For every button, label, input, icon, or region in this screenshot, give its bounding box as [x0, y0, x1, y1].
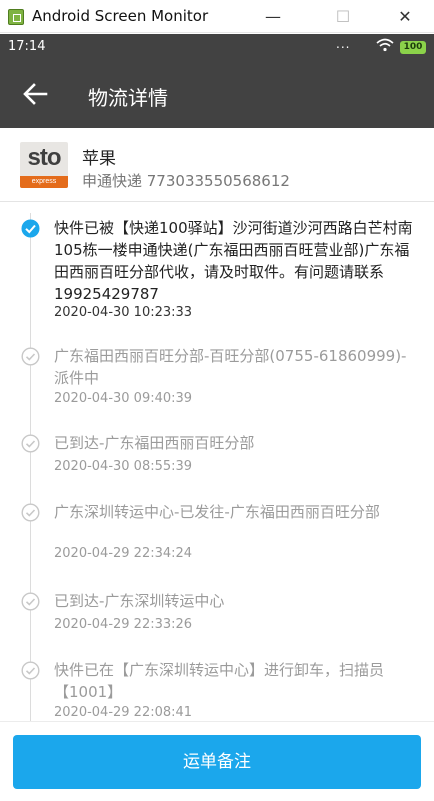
timeline-entry-text: 已到达-广东深圳转运中心: [54, 592, 225, 610]
page-title: 物流详情: [88, 86, 168, 110]
timeline-entry-time: 2020-04-29 22:33:26: [54, 617, 193, 632]
status-time: 17:14: [8, 39, 46, 54]
timeline-entry-time: 2020-04-30 09:40:39: [54, 391, 193, 406]
check-circle-icon: [21, 347, 40, 366]
check-circle-icon: [21, 503, 40, 522]
timeline-entry-text: 快件已在【广东深圳转运中心】进行卸车，扫描员【1001】: [54, 661, 385, 701]
timeline-entry-time: 2020-04-30 08:55:39: [54, 459, 193, 474]
timeline-entry-text: 快件已被【快递100驿站】沙河街道沙河西路白芒村南105栋一楼申通快递(广东福田…: [54, 219, 413, 303]
shipment-header: sto express 苹果 申通快递 773033550568612: [0, 128, 434, 202]
minimize-button[interactable]: —: [250, 0, 296, 33]
timeline-entry-time: 2020-04-29 22:08:41: [54, 705, 193, 720]
battery-icon: 100: [400, 41, 426, 54]
timeline-entry-time: 2020-04-29 22:34:24: [54, 546, 193, 561]
check-circle-icon: [21, 434, 40, 453]
wifi-icon: [376, 38, 394, 52]
check-circle-icon: [21, 219, 40, 238]
timeline-entry-text: 广东深圳转运中心-已发往-广东福田西丽百旺分部: [54, 503, 380, 521]
tracking-timeline[interactable]: 快件已被【快递100驿站】沙河街道沙河西路白芒村南105栋一楼申通快递(广东福田…: [0, 203, 434, 721]
bottom-action-bar: 运单备注: [0, 721, 434, 801]
carrier-logo-tagline: express: [20, 176, 68, 188]
window-titlebar: Android Screen Monitor — ☐ ✕: [0, 0, 434, 33]
app-window-icon: [8, 9, 24, 25]
waybill-note-button[interactable]: 运单备注: [13, 735, 421, 789]
carrier-logo: sto express: [20, 142, 68, 188]
item-name: 苹果: [82, 149, 116, 169]
carrier-logo-text: sto: [27, 144, 62, 171]
maximize-button[interactable]: ☐: [320, 0, 366, 33]
check-circle-icon: [21, 661, 40, 680]
timeline-connector: [30, 213, 31, 721]
carrier-tracking-number: 申通快递 773033550568612: [82, 172, 290, 190]
status-bar: 17:14 ... 100: [0, 34, 434, 60]
arrow-left-icon[interactable]: [22, 82, 48, 106]
close-button[interactable]: ✕: [382, 0, 428, 33]
app-bar: 物流详情: [0, 60, 434, 128]
window-title: Android Screen Monitor: [32, 7, 209, 25]
timeline-entry-text: 广东福田西丽百旺分部-百旺分部(0755-61860999)-派件中: [54, 347, 407, 387]
timeline-entry-text: 已到达-广东福田西丽百旺分部: [54, 434, 255, 452]
check-circle-icon: [21, 592, 40, 611]
status-more-icon: ...: [336, 37, 351, 51]
timeline-entry-time: 2020-04-30 10:23:33: [54, 305, 193, 320]
